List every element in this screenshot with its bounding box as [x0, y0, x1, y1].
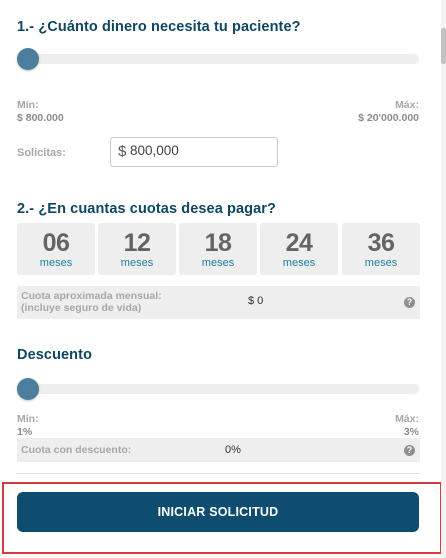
solicitas-label: Solicitas:	[17, 147, 66, 159]
discount-max-label: Máx:	[395, 413, 419, 425]
amount-min-label: Mín:	[17, 99, 39, 111]
cuota-unit: meses	[201, 257, 235, 269]
cuota-number: 36	[367, 229, 395, 257]
cuota-unit: meses	[364, 257, 398, 269]
discount-payment-label: Cuota con descuento:	[21, 444, 132, 456]
amount-max-value: $ 20'000.000	[358, 112, 419, 124]
cuota-option-18[interactable]: 18 meses	[179, 223, 257, 275]
help-icon[interactable]: ?	[404, 297, 415, 308]
scrollbar[interactable]	[441, 0, 446, 558]
loan-calculator-panel: 1.- ¿Cuánto dinero necesita tu paciente?…	[0, 0, 446, 558]
scrollbar-thumb[interactable]	[441, 28, 446, 64]
discount-payment-row: Cuota con descuento: 0% ?	[17, 438, 420, 462]
discount-min-value: 1%	[17, 426, 33, 438]
discount-max-value: 3%	[403, 426, 419, 438]
cuota-unit: meses	[120, 257, 154, 269]
discount-payment-value: 0%	[225, 444, 241, 456]
cuota-number: 24	[285, 229, 313, 257]
cuota-option-24[interactable]: 24 meses	[260, 223, 338, 275]
discount-slider[interactable]	[17, 378, 419, 400]
amount-min-value: $ 800.000	[17, 112, 64, 124]
cuota-option-06[interactable]: 06 meses	[17, 223, 95, 275]
cuota-option-36[interactable]: 36 meses	[342, 223, 420, 275]
cuota-number: 18	[204, 229, 232, 257]
start-application-button[interactable]: INICIAR SOLICITUD	[17, 492, 419, 532]
divider	[17, 473, 420, 474]
amount-input[interactable]	[130, 143, 270, 158]
amount-max-label: Máx:	[395, 99, 419, 111]
cuota-option-12[interactable]: 12 meses	[98, 223, 176, 275]
monthly-payment-sublabel: (incluye seguro de vida)	[21, 302, 142, 314]
cuota-number: 12	[123, 229, 151, 257]
monthly-payment-row: Cuota aproximada mensual: (incluye segur…	[17, 286, 420, 319]
cuota-unit: meses	[282, 257, 316, 269]
cuota-number: 06	[42, 229, 70, 257]
help-icon[interactable]: ?	[404, 445, 415, 456]
amount-slider-handle[interactable]	[17, 48, 39, 70]
amount-field[interactable]: $	[110, 137, 278, 167]
cuotas-options: 06 meses 12 meses 18 meses 24 meses 36 m…	[17, 223, 420, 275]
monthly-payment-value: $ 0	[248, 295, 264, 307]
currency-symbol: $	[118, 143, 127, 160]
amount-slider[interactable]	[17, 48, 419, 70]
discount-section-title: Descuento	[17, 347, 93, 363]
cuota-unit: meses	[39, 257, 73, 269]
amount-section-title: 1.- ¿Cuánto dinero necesita tu paciente?	[17, 19, 301, 35]
cuotas-section-title: 2.- ¿En cuantas cuotas desea pagar?	[17, 201, 276, 217]
discount-min-label: Mín:	[17, 413, 39, 425]
discount-slider-handle[interactable]	[17, 378, 39, 400]
monthly-payment-label: Cuota aproximada mensual:	[21, 290, 162, 302]
